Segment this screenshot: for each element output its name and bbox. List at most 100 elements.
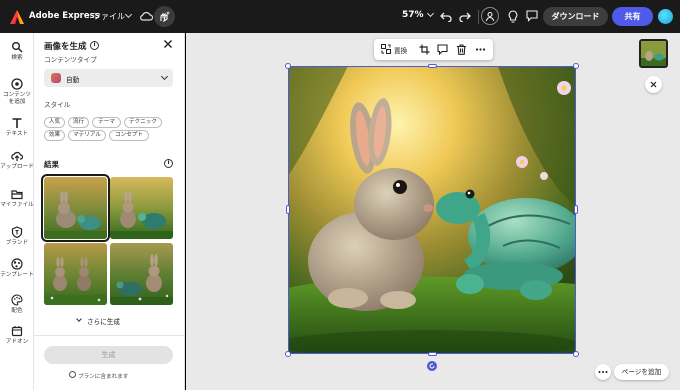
info-icon[interactable] bbox=[164, 159, 173, 168]
style-chip[interactable]: 人気 bbox=[44, 117, 65, 128]
results-title: 結果 bbox=[44, 160, 59, 169]
generate-button[interactable]: 生成 bbox=[44, 346, 173, 364]
comment-icon[interactable] bbox=[437, 44, 448, 55]
close-page-button[interactable] bbox=[645, 76, 662, 93]
page-thumbnail[interactable] bbox=[639, 39, 668, 68]
resize-handle-left[interactable] bbox=[286, 205, 290, 214]
rail-item-brand[interactable]: ブランド bbox=[0, 226, 34, 247]
resize-handle-bottom-left[interactable] bbox=[285, 351, 291, 357]
image-toolbar: 置換 bbox=[374, 39, 493, 60]
rail-item-label: テンプレート bbox=[0, 272, 34, 278]
style-chip[interactable]: テーマ bbox=[92, 117, 121, 128]
rail-item-label: テキスト bbox=[5, 131, 29, 137]
page-preview bbox=[641, 41, 666, 66]
rail-item-label: ブランド bbox=[5, 240, 29, 246]
bunny-turtle-thumbnail bbox=[44, 243, 107, 305]
rotate-icon bbox=[429, 363, 435, 369]
content-type-value: 自動 bbox=[66, 76, 80, 84]
plan-note: プランに含まれます bbox=[69, 371, 129, 380]
result-thumbnail[interactable] bbox=[110, 243, 173, 305]
adobe-express-logo-icon[interactable] bbox=[9, 9, 25, 25]
delete-icon[interactable] bbox=[456, 44, 467, 55]
rail-item-label: 配色 bbox=[11, 308, 23, 314]
resize-handle-bottom-right[interactable] bbox=[573, 351, 579, 357]
generated-image[interactable] bbox=[288, 66, 576, 354]
style-chip[interactable]: 効果 bbox=[44, 130, 65, 141]
style-label: スタイル bbox=[44, 101, 71, 109]
resize-handle-top[interactable] bbox=[428, 64, 437, 68]
rail-item-search[interactable]: 検索 bbox=[0, 41, 34, 62]
search-icon bbox=[12, 42, 23, 53]
rail-item-my-files[interactable]: マイファイル bbox=[0, 188, 34, 209]
rail-item-label: アドオン bbox=[5, 339, 29, 345]
style-chip[interactable]: 流行 bbox=[68, 117, 89, 128]
resize-handle-top-left[interactable] bbox=[285, 63, 291, 69]
text-icon bbox=[12, 118, 22, 128]
chevron-down-icon bbox=[76, 316, 82, 322]
replace-icon bbox=[381, 44, 391, 54]
rail-item-addons[interactable]: アドオン bbox=[0, 325, 34, 346]
cloud-icon[interactable] bbox=[139, 10, 153, 22]
more-options-icon[interactable] bbox=[475, 44, 486, 55]
toolbar-divider bbox=[478, 10, 479, 24]
rail-item-palette[interactable]: 配色 bbox=[0, 294, 34, 315]
replace-button[interactable]: 置換 bbox=[394, 45, 407, 55]
redo-icon[interactable] bbox=[459, 10, 471, 22]
brand-icon bbox=[11, 226, 23, 238]
more-options-icon bbox=[598, 371, 608, 373]
style-chip[interactable]: マテリアル bbox=[68, 130, 106, 141]
sparkle-hand-icon bbox=[160, 11, 170, 23]
generate-image-panel: 画像を生成 コンテンツタイプ 自動 スタイル 人気 流行 テーマ テクニック 効… bbox=[34, 33, 185, 390]
info-icon[interactable] bbox=[90, 41, 99, 50]
invite-button[interactable] bbox=[481, 7, 499, 25]
template-icon bbox=[11, 258, 23, 270]
download-button[interactable]: ダウンロード bbox=[543, 7, 608, 26]
rail-item-text[interactable]: テキスト bbox=[0, 117, 34, 138]
app-name: Adobe Express bbox=[29, 11, 100, 21]
close-icon bbox=[650, 81, 657, 88]
style-chip[interactable]: テクニック bbox=[124, 117, 162, 128]
rail-item-label: 検索 bbox=[11, 55, 23, 61]
chevron-down-icon bbox=[124, 10, 133, 19]
plan-note-text: プランに含まれます bbox=[78, 374, 129, 380]
result-thumbnail[interactable] bbox=[41, 174, 110, 242]
add-content-icon bbox=[11, 78, 23, 90]
style-chip[interactable]: コンセプト bbox=[109, 130, 149, 141]
resize-handle-top-right[interactable] bbox=[573, 63, 579, 69]
crop-icon[interactable] bbox=[419, 44, 430, 55]
zoom-value: 57% bbox=[402, 10, 424, 20]
panel-divider bbox=[34, 335, 185, 336]
page-more-button[interactable] bbox=[595, 364, 611, 380]
rail-item-upload[interactable]: アップロード bbox=[0, 150, 34, 171]
rail-item-label: アップロード bbox=[0, 164, 34, 170]
chevron-down-icon bbox=[426, 9, 435, 18]
comment-icon[interactable] bbox=[526, 10, 538, 22]
close-icon[interactable] bbox=[163, 39, 173, 49]
content-type-select[interactable]: 自動 bbox=[44, 69, 173, 87]
addon-icon bbox=[11, 326, 23, 337]
rotate-handle[interactable] bbox=[427, 361, 437, 371]
result-thumbnail[interactable] bbox=[44, 243, 107, 305]
bunny-turtle-thumbnail bbox=[110, 177, 173, 239]
resize-handle-right[interactable] bbox=[574, 205, 578, 214]
bunny-and-turtle-image bbox=[288, 66, 576, 354]
generate-more-button[interactable]: さらに生成 bbox=[76, 316, 120, 326]
result-thumbnail[interactable] bbox=[110, 177, 173, 239]
add-page-button[interactable]: ページを追加 bbox=[614, 364, 669, 380]
rail-item-templates[interactable]: テンプレート bbox=[0, 258, 34, 279]
resize-handle-bottom[interactable] bbox=[428, 352, 437, 356]
upload-icon bbox=[11, 151, 23, 161]
share-button[interactable]: 共有 bbox=[612, 7, 653, 26]
chevron-down-icon bbox=[160, 72, 169, 81]
avatar[interactable] bbox=[658, 9, 673, 24]
file-menu[interactable]: ファイル bbox=[93, 10, 133, 22]
bunny-turtle-thumbnail bbox=[44, 177, 107, 239]
content-type-label: コンテンツタイプ bbox=[44, 56, 97, 64]
ai-assistant-button[interactable] bbox=[154, 6, 175, 27]
undo-icon[interactable] bbox=[440, 10, 452, 22]
zoom-level[interactable]: 57% bbox=[402, 9, 435, 20]
left-rail: 検索 コンテンツ を追加 テキスト アップロード マイファイル ブランド テンプ… bbox=[0, 33, 34, 390]
rail-item-add-content[interactable]: コンテンツ を追加 bbox=[0, 78, 34, 105]
panel-title: 画像を生成 bbox=[44, 42, 87, 52]
lightbulb-icon[interactable] bbox=[507, 10, 519, 23]
